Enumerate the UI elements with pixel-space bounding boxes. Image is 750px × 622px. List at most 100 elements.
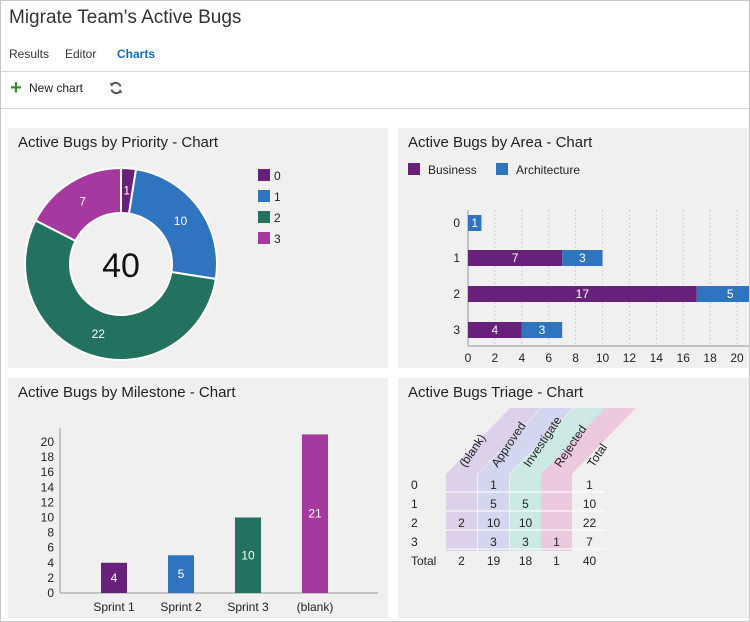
x-tick-2: 2 (492, 351, 499, 365)
donut-slice-label-1: 10 (174, 214, 188, 228)
donut-slice-label-3: 7 (79, 194, 86, 208)
triage-pivot-table: (blank) ApprovedInvestigateRejectedTotal0… (411, 408, 636, 568)
x-tick-blank: (blank) (297, 600, 334, 614)
toolbar: + New chart (1, 72, 749, 108)
cell-3-3: 1 (553, 535, 560, 549)
column-band-blank (446, 474, 477, 551)
row-header-1: 1 (411, 497, 418, 511)
cell-2-2: 10 (519, 516, 533, 530)
legend-label-0: 0 (274, 169, 281, 183)
tab-editor[interactable]: Editor (65, 47, 96, 61)
column-label-sprint-3: 10 (241, 548, 255, 562)
y-tick-0: 0 (453, 216, 460, 230)
y-tick-2: 2 (47, 571, 54, 585)
legend-swatch-1 (258, 190, 270, 202)
y-tick-14: 14 (41, 480, 55, 494)
cell-3-2: 3 (522, 535, 529, 549)
x-tick-14: 14 (650, 351, 664, 365)
query-window: Migrate Team's Active Bugs Results Edito… (0, 0, 750, 622)
toolbar-divider (1, 108, 749, 109)
new-chart-label: New chart (29, 81, 84, 95)
legend-label-business: Business (428, 163, 477, 177)
column-label-blank: 21 (308, 507, 322, 521)
x-tick-18: 18 (703, 351, 717, 365)
tab-charts[interactable]: Charts (117, 47, 155, 61)
donut-slice-label-2: 22 (92, 327, 106, 341)
x-tick-sprint-1: Sprint 1 (93, 600, 135, 614)
y-tick-2: 2 (453, 287, 460, 301)
bar-label-architecture-0: 1 (471, 216, 478, 230)
row-header-total: Total (411, 554, 436, 568)
cell-1-2: 5 (522, 497, 529, 511)
cell-2-0: 2 (458, 516, 465, 530)
x-tick-sprint-2: Sprint 2 (160, 600, 202, 614)
refresh-button[interactable] (109, 81, 123, 95)
cell-3-1: 3 (490, 535, 497, 549)
y-tick-10: 10 (41, 511, 55, 525)
y-tick-6: 6 (47, 541, 54, 555)
bar-label-architecture-2: 5 (727, 287, 734, 301)
legend-swatch-0 (258, 169, 270, 181)
x-tick-4: 4 (518, 351, 525, 365)
cell-1-1: 5 (490, 497, 497, 511)
page-title: Migrate Team's Active Bugs (9, 7, 242, 28)
x-tick-10: 10 (596, 351, 610, 365)
area-bar-chart: Business Architecture0 2 4 6 8 10 12 14 16 18 200 11… (408, 163, 749, 365)
y-tick-20: 20 (41, 435, 55, 449)
bar-label-business-1: 7 (512, 251, 519, 265)
cell-2-1: 10 (487, 516, 501, 530)
bar-label-architecture-1: 3 (579, 251, 586, 265)
cell-total-4: 40 (583, 554, 597, 568)
legend-swatch-architecture (496, 163, 508, 175)
priority-donut-chart: 1 10 22 7 40 0 1 2 3 (24, 166, 281, 361)
y-tick-16: 16 (41, 465, 55, 479)
cell-1-4: 10 (583, 497, 597, 511)
triage-chart-panel: Active Bugs Triage - Chart (blank) Approv… (398, 378, 749, 618)
bar-label-business-2: 17 (576, 287, 590, 301)
y-tick-1: 1 (453, 251, 460, 265)
cell-total-2: 18 (519, 554, 533, 568)
cell-total-1: 19 (487, 554, 501, 568)
legend-label-3: 3 (274, 232, 281, 246)
plus-icon: + (10, 77, 22, 99)
bar-label-business-3: 4 (492, 323, 499, 337)
x-tick-12: 12 (623, 351, 637, 365)
y-tick-4: 4 (47, 556, 54, 570)
x-tick-sprint-3: Sprint 3 (227, 600, 269, 614)
cell-0-1: 1 (490, 478, 497, 492)
x-tick-8: 8 (572, 351, 579, 365)
row-header-0: 0 (411, 478, 418, 492)
x-tick-16: 16 (677, 351, 691, 365)
tab-results[interactable]: Results (9, 47, 49, 61)
legend-label-2: 2 (274, 211, 281, 225)
legend-swatch-business (408, 163, 420, 175)
bar-architecture-2 (696, 286, 749, 302)
cell-3-4: 7 (586, 535, 593, 549)
legend-swatch-2 (258, 211, 270, 223)
donut-total-label: 40 (102, 247, 140, 285)
donut-slice-label-0: 1 (123, 184, 130, 198)
milestone-chart-panel: Active Bugs by Milestone - Chart 0 2 4 6 8 10… (8, 378, 388, 618)
milestone-column-chart: 024681012141618204Sprint 15Sprint 210Spr… (41, 428, 378, 614)
cell-2-4: 22 (583, 516, 597, 530)
legend-label-architecture: Architecture (516, 163, 580, 177)
x-tick-6: 6 (545, 351, 552, 365)
bar-label-architecture-3: 3 (539, 323, 546, 337)
column-label-sprint-1: 4 (111, 571, 118, 585)
y-tick-3: 3 (453, 323, 460, 337)
x-tick-20: 20 (730, 351, 744, 365)
y-tick-12: 12 (41, 495, 55, 509)
cell-0-4: 1 (586, 478, 593, 492)
y-tick-0: 0 (47, 586, 54, 600)
new-chart-button[interactable]: + New chart (9, 77, 84, 99)
y-tick-8: 8 (47, 526, 54, 540)
area-chart-panel: Active Bugs by Area - Chart Business Arch… (398, 128, 749, 368)
row-header-3: 3 (411, 535, 418, 549)
cell-total-0: 2 (458, 554, 465, 568)
refresh-icon (109, 81, 123, 95)
row-header-2: 2 (411, 516, 418, 530)
legend-swatch-3 (258, 232, 270, 244)
y-tick-18: 18 (41, 450, 55, 464)
tab-bar: Results Editor Charts (1, 45, 749, 71)
cell-total-3: 1 (553, 554, 560, 568)
